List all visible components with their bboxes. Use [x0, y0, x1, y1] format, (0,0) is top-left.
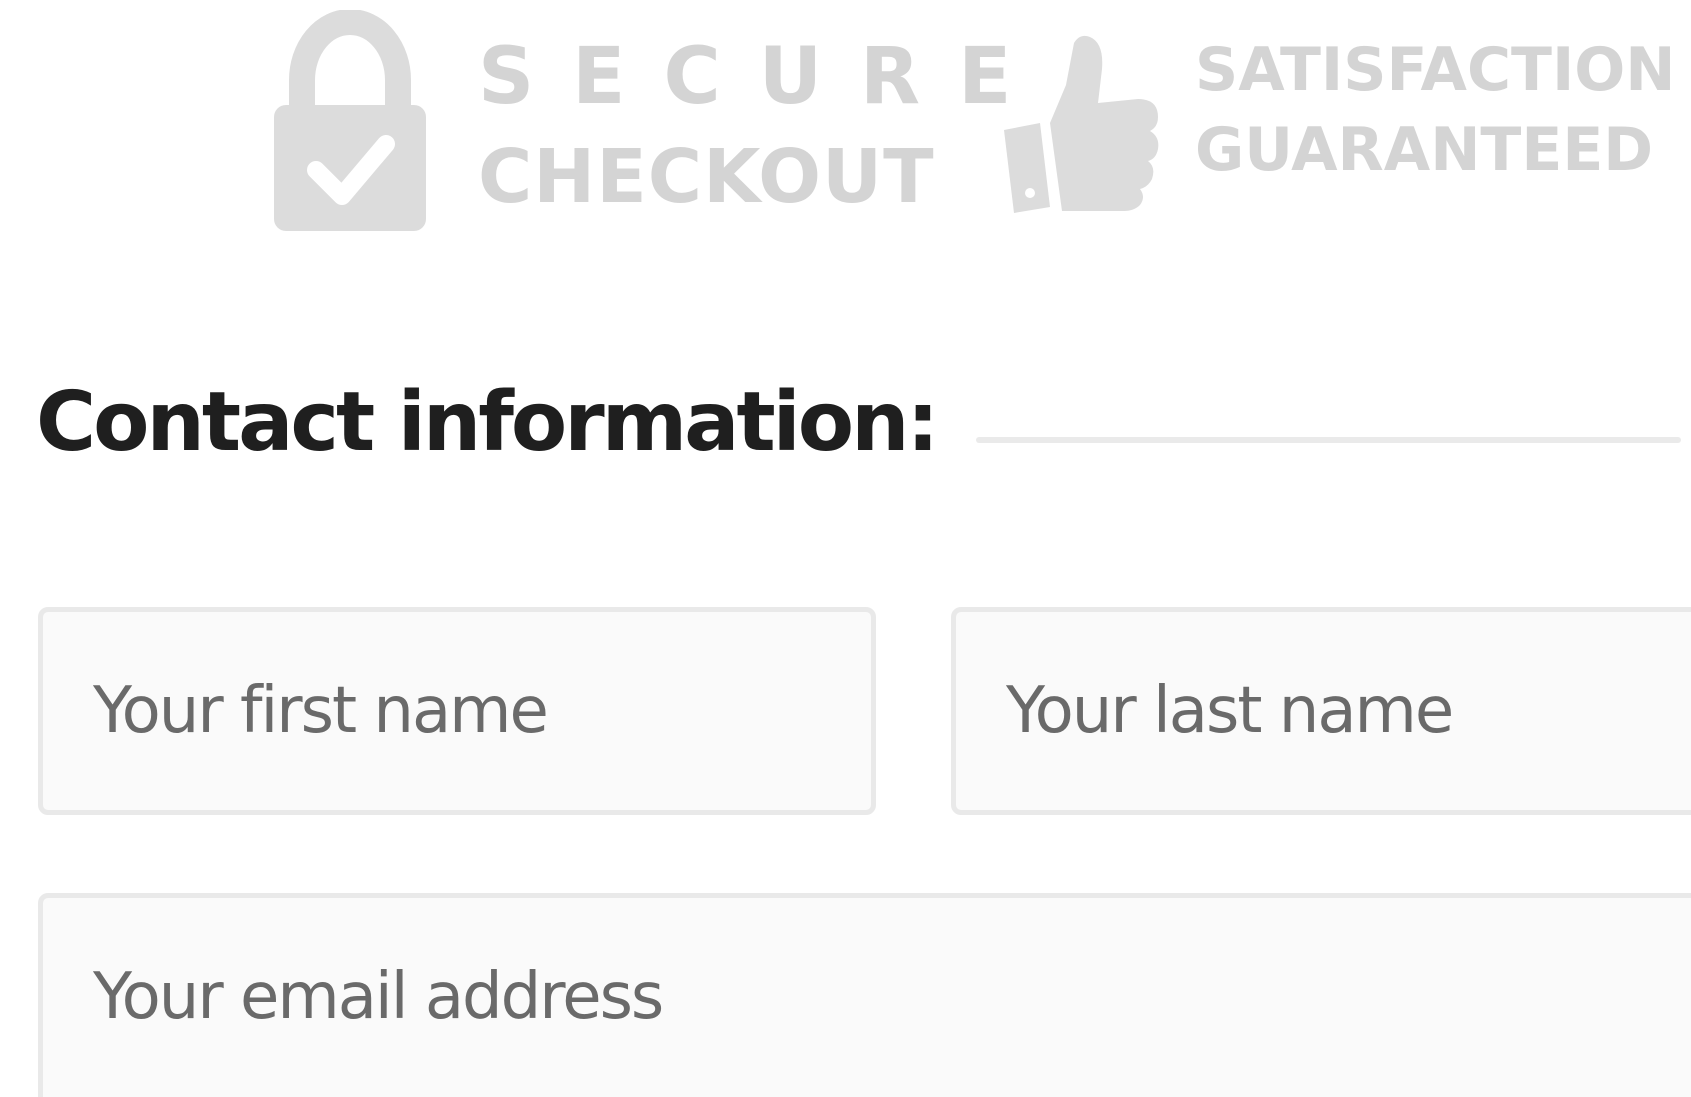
checkout-label: CHECKOUT: [478, 134, 935, 220]
last-name-input[interactable]: [951, 607, 1691, 815]
secure-checkout-badge: SECURE CHECKOUT: [270, 10, 1011, 235]
thumbs-up-icon: [1004, 35, 1159, 213]
heading-divider: [976, 437, 1681, 443]
padlock-check-icon: [274, 10, 426, 231]
secure-label: SECURE: [478, 32, 1050, 122]
guaranteed-label: GUARANTEED: [1195, 115, 1654, 185]
first-name-input[interactable]: [38, 607, 876, 815]
checkout-page: SECURE CHECKOUT SATISFACTION GUARANTEED …: [0, 0, 1691, 1097]
email-input[interactable]: [38, 893, 1691, 1097]
contact-information-heading: Contact information:: [36, 375, 939, 470]
satisfaction-label: SATISFACTION: [1195, 35, 1676, 105]
satisfaction-guaranteed-badge: SATISFACTION GUARANTEED: [1000, 25, 1690, 225]
